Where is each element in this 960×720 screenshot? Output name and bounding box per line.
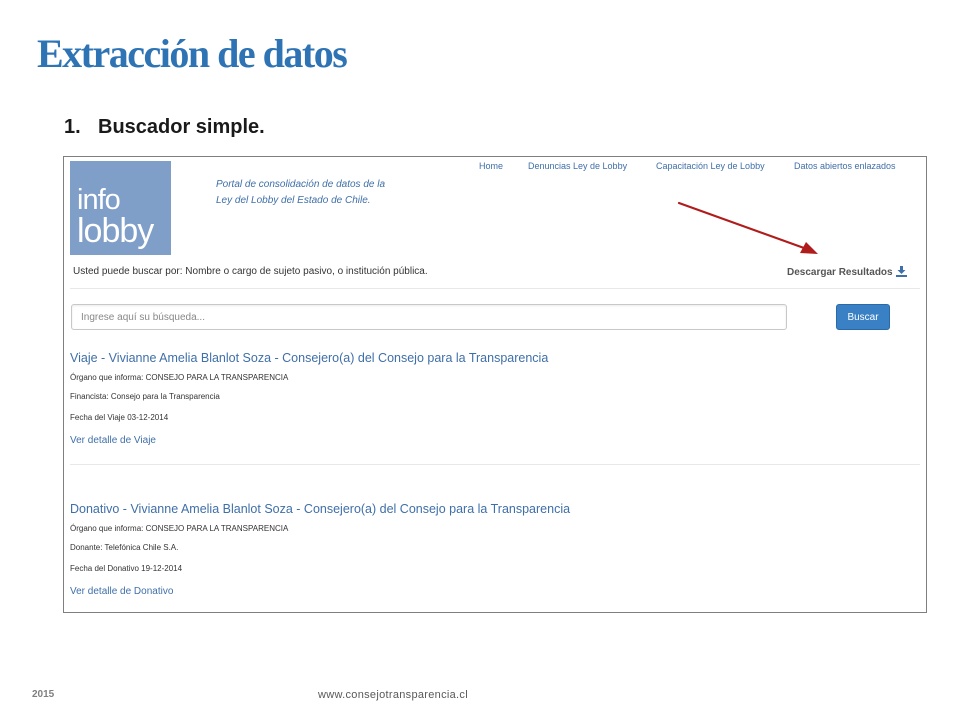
result-organo: Órgano que informa: CONSEJO PARA LA TRAN…: [70, 524, 289, 533]
tagline-line-2: Ley del Lobby del Estado de Chile.: [216, 195, 371, 206]
result-item: Viaje - Vivianne Amelia Blanlot Soza - C…: [70, 351, 910, 446]
download-results-link[interactable]: Descargar Resultados: [787, 266, 907, 280]
result-financista: Financista: Consejo para la Transparenci…: [70, 392, 220, 401]
red-arrow-annotation: [677, 201, 818, 254]
logo-word-info: info: [77, 184, 121, 216]
slide-subtitle: 1. Buscador simple.: [64, 116, 265, 139]
slide-title: Extracción de datos: [37, 31, 348, 76]
search-hint: Usted puede buscar por: Nombre o cargo d…: [73, 266, 428, 277]
result-fecha: Fecha del Viaje 03-12-2014: [70, 413, 169, 422]
result-detail-link[interactable]: Ver detalle de Donativo: [70, 586, 173, 597]
result-organo: Órgano que informa: CONSEJO PARA LA TRAN…: [70, 373, 289, 382]
result-donante: Donante: Telefónica Chile S.A.: [70, 543, 179, 552]
footer-year: 2015: [32, 689, 55, 700]
subtitle-number: 1.: [64, 116, 81, 138]
nav-home[interactable]: Home: [479, 161, 503, 171]
tagline-line-1: Portal de consolidación de datos de la: [216, 179, 386, 190]
logo-word-lobby: lobby: [77, 212, 154, 250]
footer-url: www.consejotransparencia.cl: [318, 689, 468, 701]
result-title-link[interactable]: Viaje - Vivianne Amelia Blanlot Soza - C…: [70, 351, 910, 365]
divider: [70, 464, 920, 465]
search-input[interactable]: [71, 304, 787, 330]
divider: [70, 288, 920, 289]
infolobby-logo[interactable]: info lobby: [70, 161, 171, 255]
subtitle-text: Buscador simple.: [98, 116, 265, 138]
nav-datos-abiertos[interactable]: Datos abiertos enlazados: [794, 161, 896, 171]
result-fecha: Fecha del Donativo 19-12-2014: [70, 564, 183, 573]
result-item: Donativo - Vivianne Amelia Blanlot Soza …: [70, 502, 910, 597]
nav-denuncias[interactable]: Denuncias Ley de Lobby: [528, 161, 627, 171]
download-icon: [895, 266, 907, 280]
nav-capacitacion[interactable]: Capacitación Ley de Lobby: [656, 161, 765, 171]
search-button[interactable]: Buscar: [836, 304, 890, 330]
site-tagline: Portal de consolidación de datos de la L…: [216, 177, 385, 209]
download-results-label: Descargar Resultados: [787, 267, 893, 278]
website-screenshot: info lobby Portal de consolidación de da…: [63, 156, 927, 613]
result-title-link[interactable]: Donativo - Vivianne Amelia Blanlot Soza …: [70, 502, 910, 516]
result-detail-link[interactable]: Ver detalle de Viaje: [70, 435, 156, 446]
